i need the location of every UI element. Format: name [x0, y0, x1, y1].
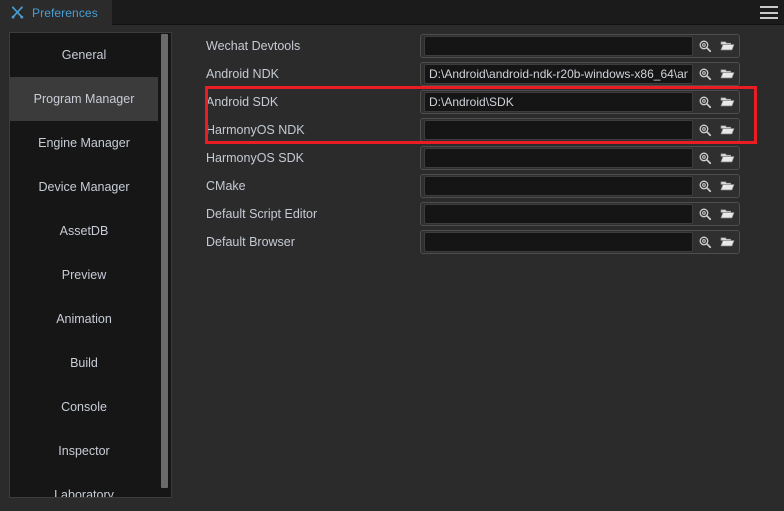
folder-open-icon[interactable]: [716, 119, 738, 141]
magnifier-icon[interactable]: [694, 203, 716, 225]
path-input[interactable]: [424, 176, 693, 196]
sidebar-item-console[interactable]: Console: [10, 385, 158, 429]
tab-preferences[interactable]: Preferences: [0, 0, 112, 25]
sidebar-item-label: Console: [61, 400, 107, 414]
sidebar: General Program Manager Engine Manager Devi…: [9, 32, 172, 498]
settings-row: HarmonyOS SDK: [182, 144, 774, 172]
sidebar-item-label: AssetDB: [59, 224, 109, 238]
settings-row-list: Wechat Devtools Android NDK Android SDK Har…: [182, 32, 774, 256]
settings-row: Wechat Devtools: [182, 32, 774, 60]
sidebar-item-label: Inspector: [58, 444, 110, 458]
magnifier-icon[interactable]: [694, 147, 716, 169]
sidebar-item-animation[interactable]: Animation: [10, 297, 158, 341]
path-input[interactable]: [424, 204, 693, 224]
sidebar-item-general[interactable]: General: [10, 33, 158, 77]
menu-line: [760, 6, 778, 8]
magnifier-icon[interactable]: [694, 91, 716, 113]
settings-row-label: Default Browser: [206, 235, 295, 249]
magnifier-icon[interactable]: [694, 175, 716, 197]
path-field-group: [420, 62, 740, 86]
menu-line: [760, 11, 778, 14]
path-input[interactable]: [424, 232, 693, 252]
path-field-group: [420, 34, 740, 58]
folder-open-icon[interactable]: [716, 231, 738, 253]
sidebar-scrollbar-track[interactable]: [158, 33, 171, 497]
folder-open-icon[interactable]: [716, 35, 738, 57]
sidebar-item-label: Animation: [56, 312, 112, 326]
sidebar-item-label: Preview: [61, 268, 107, 282]
sidebar-item-program-manager[interactable]: Program Manager: [10, 77, 158, 121]
sidebar-item-inspector[interactable]: Inspector: [10, 429, 158, 473]
settings-row-label: Android NDK: [206, 67, 279, 81]
settings-row-label: Default Script Editor: [206, 207, 318, 221]
sidebar-item-engine-manager[interactable]: Engine Manager: [10, 121, 158, 165]
path-input[interactable]: [424, 120, 693, 140]
sidebar-item-preview[interactable]: Preview: [10, 253, 158, 297]
settings-row: Android SDK: [182, 88, 774, 116]
program-manager-settings: Wechat Devtools Android NDK Android SDK Har…: [182, 32, 774, 498]
sidebar-item-device-manager[interactable]: Device Manager: [10, 165, 158, 209]
sidebar-item-label: Program Manager: [33, 92, 135, 106]
tools-crossed-icon: [10, 5, 25, 20]
settings-row: Default Script Editor: [182, 200, 774, 228]
folder-open-icon[interactable]: [716, 147, 738, 169]
sidebar-item-build[interactable]: Build: [10, 341, 158, 385]
tab-label: Preferences: [32, 5, 98, 20]
sidebar-item-label: General: [61, 48, 107, 62]
path-input[interactable]: [424, 92, 693, 112]
sidebar-item-label: Engine Manager: [38, 136, 130, 150]
path-field-group: [420, 90, 740, 114]
magnifier-icon[interactable]: [694, 35, 716, 57]
sidebar-item-assetdb[interactable]: AssetDB: [10, 209, 158, 253]
path-input[interactable]: [424, 36, 693, 56]
settings-row-label: HarmonyOS SDK: [206, 151, 304, 165]
folder-open-icon[interactable]: [716, 63, 738, 85]
folder-open-icon[interactable]: [716, 203, 738, 225]
settings-row: Default Browser: [182, 228, 774, 256]
sidebar-item-laboratory[interactable]: Laboratory: [10, 473, 158, 498]
settings-row-label: Android SDK: [206, 95, 279, 109]
settings-row: CMake: [182, 172, 774, 200]
settings-row: Android NDK: [182, 60, 774, 88]
settings-row-label: Wechat Devtools: [206, 39, 301, 53]
sidebar-item-label: Build: [70, 356, 98, 370]
path-field-group: [420, 230, 740, 254]
path-input[interactable]: [424, 64, 693, 84]
magnifier-icon[interactable]: [694, 63, 716, 85]
hamburger-menu-icon[interactable]: [760, 4, 778, 21]
magnifier-icon[interactable]: [694, 231, 716, 253]
settings-row-label: CMake: [206, 179, 246, 193]
folder-open-icon[interactable]: [716, 175, 738, 197]
sidebar-item-label: Device Manager: [38, 180, 130, 194]
sidebar-item-label: Laboratory: [54, 488, 114, 498]
path-field-group: [420, 202, 740, 226]
title-bar: Preferences: [0, 0, 784, 25]
folder-open-icon[interactable]: [716, 91, 738, 113]
sidebar-scrollbar-thumb[interactable]: [161, 34, 168, 488]
menu-line: [760, 17, 778, 19]
path-field-group: [420, 174, 740, 198]
settings-row: HarmonyOS NDK: [182, 116, 774, 144]
sidebar-item-list: General Program Manager Engine Manager Devi…: [10, 33, 158, 498]
settings-row-label: HarmonyOS NDK: [206, 123, 305, 137]
path-field-group: [420, 118, 740, 142]
magnifier-icon[interactable]: [694, 119, 716, 141]
path-input[interactable]: [424, 148, 693, 168]
preferences-window: Preferences General Program Manager Engine…: [0, 0, 784, 511]
path-field-group: [420, 146, 740, 170]
